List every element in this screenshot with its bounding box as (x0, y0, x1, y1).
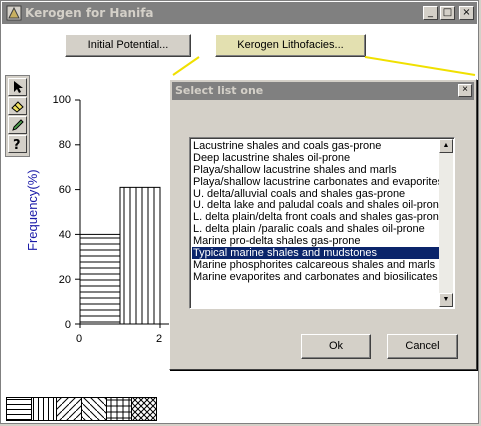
legend-swatch (56, 397, 82, 421)
legend-swatch (81, 397, 107, 421)
lithofacies-listbox[interactable]: Lacustrine shales and coals gas-prone Dee… (189, 137, 455, 309)
histogram-bar (119, 186, 161, 325)
pattern-swatches (6, 397, 157, 421)
dialog-title-bar[interactable]: Select list one × (172, 82, 474, 100)
main-window: Kerogen for Hanifa _ □ × Initial Potenti… (0, 0, 479, 424)
list-item[interactable]: L. delta plain/delta front coals and sha… (192, 211, 440, 223)
list-item[interactable]: Deep lacustrine shales oil-prone (192, 152, 440, 164)
select-list-dialog: Select list one × Lacustrine shales and … (169, 79, 477, 370)
scroll-down-icon[interactable]: ▼ (439, 293, 453, 307)
dialog-close-button[interactable]: × (458, 84, 472, 97)
legend-swatch (6, 397, 32, 421)
list-item[interactable]: Playa/shallow lacustrine shales and marl… (192, 164, 440, 176)
list-item[interactable]: U. delta lake and paludal coals and shal… (192, 199, 440, 212)
dialog-title: Select list one (175, 84, 264, 97)
list-item[interactable]: Playa/shallow lacustrine carbonates and … (192, 176, 440, 188)
ok-button[interactable]: Ok (301, 334, 371, 359)
legend-swatch (131, 397, 157, 421)
list-item[interactable]: Marine phosphorites calcareous shales an… (192, 259, 440, 271)
list-item[interactable]: L. delta plain /paralic coals and shales… (192, 223, 440, 235)
list-item[interactable]: Typical marine shales and mudstones (192, 247, 440, 259)
vertical-scrollbar[interactable]: ▲ ▼ (439, 139, 453, 307)
list-items: Lacustrine shales and coals gas-prone Dee… (192, 140, 440, 283)
list-item[interactable]: U. delta/alluvial coals and shales gas-p… (192, 188, 440, 200)
scroll-up-icon[interactable]: ▲ (439, 139, 453, 153)
list-item[interactable]: Marine pro-delta shales gas-prone (192, 235, 440, 247)
pattern-legend (6, 397, 158, 424)
legend-swatch (31, 397, 57, 421)
list-item[interactable]: Marine evaporites and carbonates and bio… (192, 271, 440, 283)
histogram-bar (79, 233, 121, 325)
cancel-button[interactable]: Cancel (387, 334, 458, 359)
legend-swatch (106, 397, 132, 421)
list-item[interactable]: Lacustrine shales and coals gas-prone (192, 140, 440, 152)
